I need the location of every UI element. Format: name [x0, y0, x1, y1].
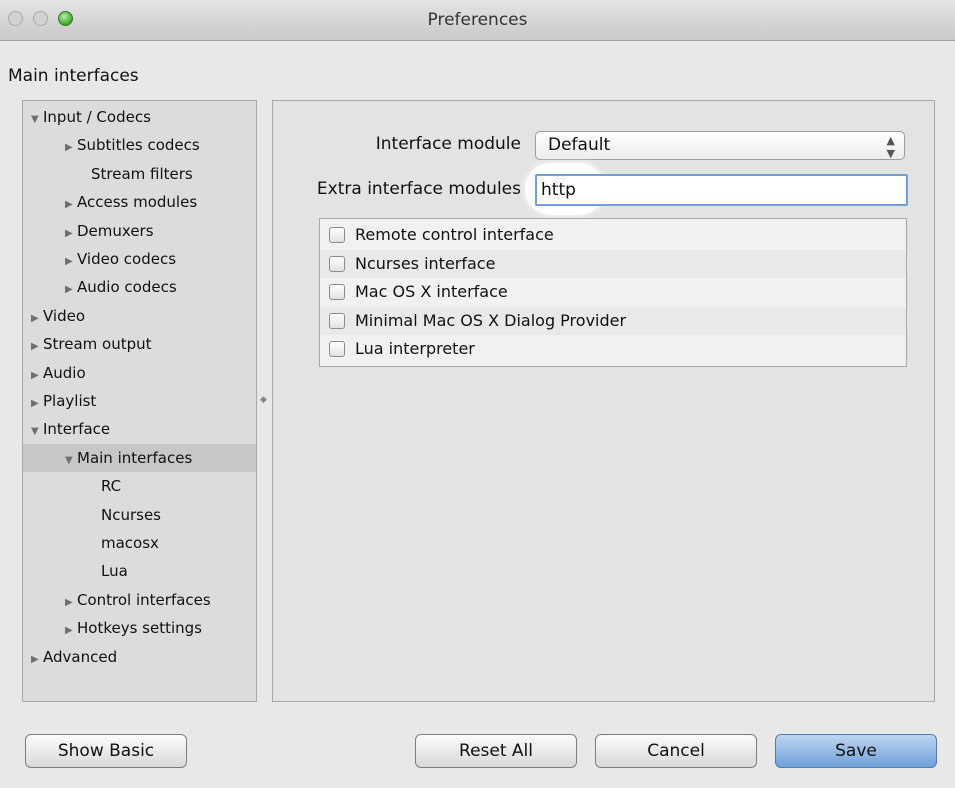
triangle-right-icon[interactable]: ▶ — [65, 220, 77, 248]
module-checkbox[interactable] — [329, 341, 345, 357]
section-title: Main interfaces — [8, 66, 139, 86]
splitter-handle-icon[interactable]: ◆ — [260, 395, 267, 405]
tree-item[interactable]: ▶ Control interfaces — [23, 586, 256, 614]
tree-item-label: Playlist — [43, 392, 97, 410]
settings-panel: Interface module Default ▲ ▼ Extra interf… — [272, 100, 935, 702]
tree-item[interactable]: ▼ Interface — [23, 415, 256, 443]
triangle-right-icon[interactable]: ▶ — [65, 248, 77, 276]
tree-item-label: Input / Codecs — [43, 108, 151, 126]
tree-item-label: Lua — [101, 562, 128, 581]
module-checkbox[interactable] — [329, 312, 345, 329]
extra-interface-modules-field[interactable]: http — [535, 174, 908, 206]
interface-module-value: Default — [548, 135, 611, 155]
module-label: Mac OS X interface — [355, 282, 508, 301]
tree-item-label: Stream filters — [91, 164, 193, 183]
tree-item[interactable]: ▶ Playlist — [23, 387, 256, 415]
show-basic-button[interactable]: Show Basic — [25, 734, 187, 768]
updown-arrows-icon: ▲ ▼ — [886, 134, 895, 160]
tree-item[interactable]: Stream filters — [23, 160, 256, 188]
interface-module-label: Interface module — [375, 134, 521, 154]
triangle-right-icon[interactable]: ▶ — [65, 134, 77, 162]
triangle-right-icon[interactable]: ▶ — [31, 646, 43, 674]
module-row[interactable]: Minimal Mac OS X Dialog Provider — [320, 306, 906, 335]
tree-item[interactable]: ▶ Video — [23, 302, 256, 330]
tree-item-label: Demuxers — [77, 221, 154, 240]
tree-item-label: Audio — [43, 363, 86, 382]
window-title: Preferences — [427, 10, 528, 30]
triangle-right-icon[interactable]: ▶ — [65, 276, 77, 304]
preferences-window: Preferences Main interfaces ▼ Input / Cod… — [0, 0, 955, 788]
tree-item-label: Advanced — [43, 647, 118, 666]
title-bar: Preferences — [0, 0, 955, 41]
tree-item-label: Ncurses — [101, 505, 161, 524]
tree-item-label: Main interfaces — [77, 448, 193, 467]
tree-item-label: macosx — [101, 534, 159, 552]
tree-item-label: Hotkeys settings — [77, 619, 202, 638]
extra-interface-modules-value: http — [541, 180, 576, 200]
tree-item-label: Video codecs — [77, 250, 177, 268]
tree-item-label: Access modules — [77, 193, 198, 212]
module-row[interactable]: Lua interpreter — [320, 335, 906, 363]
module-label: Ncurses interface — [355, 253, 496, 273]
tree-item[interactable]: ▶ Subtitles codecs — [23, 131, 256, 159]
tree-item-label: Control interfaces — [77, 590, 211, 609]
triangle-right-icon[interactable]: ▶ — [65, 589, 77, 617]
tree-item[interactable]: macosx — [23, 529, 256, 557]
save-button[interactable]: Save — [775, 734, 937, 768]
tree-item-label: Video — [43, 306, 86, 325]
triangle-right-icon[interactable]: ▶ — [65, 191, 77, 219]
tree-item[interactable]: Ncurses — [23, 501, 256, 529]
triangle-down-icon[interactable]: ▼ — [65, 447, 77, 475]
module-row[interactable]: Remote control interface — [320, 221, 906, 249]
tree-item-label: Interface — [43, 420, 111, 439]
tree-item[interactable]: ▶ Advanced — [23, 643, 256, 671]
triangle-right-icon[interactable]: ▶ — [31, 333, 43, 361]
triangle-right-icon[interactable]: ▶ — [31, 390, 43, 418]
tree-item[interactable]: RC — [23, 472, 256, 500]
triangle-right-icon[interactable]: ▶ — [31, 305, 43, 333]
cancel-button[interactable]: Cancel — [595, 734, 757, 768]
tree-item-label: RC — [101, 477, 122, 496]
tree-item-label: Stream output — [43, 335, 152, 354]
tree-item[interactable]: ▶ Access modules — [23, 188, 256, 216]
tree-item[interactable]: ▶ Video codecs — [23, 245, 256, 273]
module-label: Remote control interface — [355, 225, 554, 244]
module-checkbox[interactable] — [329, 255, 345, 272]
interface-module-popup[interactable]: Default ▲ ▼ — [535, 131, 905, 160]
module-row[interactable]: Mac OS X interface — [320, 278, 906, 306]
module-label: Minimal Mac OS X Dialog Provider — [355, 310, 627, 330]
tree-item[interactable]: ▶ Audio — [23, 359, 256, 387]
triangle-right-icon[interactable]: ▶ — [31, 362, 43, 390]
reset-all-button[interactable]: Reset All — [415, 734, 577, 768]
module-row[interactable]: Ncurses interface — [320, 249, 906, 278]
preferences-tree[interactable]: ▼ Input / Codecs ▶ Subtitles codecs Stream f… — [22, 100, 257, 702]
tree-item[interactable]: ▼ Input / Codecs — [23, 103, 256, 131]
module-label: Lua interpreter — [355, 339, 475, 358]
tree-item[interactable]: ▶ Demuxers — [23, 217, 256, 245]
extra-interface-modules-label: Extra interface modules — [316, 179, 521, 199]
tree-item[interactable]: ▶ Hotkeys settings — [23, 614, 256, 642]
tree-item[interactable]: ▶ Audio codecs — [23, 273, 256, 301]
tree-item[interactable]: Lua — [23, 557, 256, 585]
module-checkbox[interactable] — [329, 284, 345, 300]
triangle-down-icon[interactable]: ▼ — [31, 106, 43, 134]
tree-item[interactable]: ▼ Main interfaces — [23, 443, 256, 475]
tree-item-label: Audio codecs — [77, 278, 177, 297]
tree-item[interactable]: ▶ Stream output — [23, 330, 256, 358]
module-checkbox[interactable] — [329, 227, 345, 243]
triangle-down-icon[interactable]: ▼ — [31, 418, 43, 446]
interface-modules-list: Remote control interface Ncurses interfac… — [319, 218, 907, 367]
triangle-right-icon[interactable]: ▶ — [65, 617, 77, 645]
tree-item-label: Subtitles codecs — [77, 136, 200, 155]
